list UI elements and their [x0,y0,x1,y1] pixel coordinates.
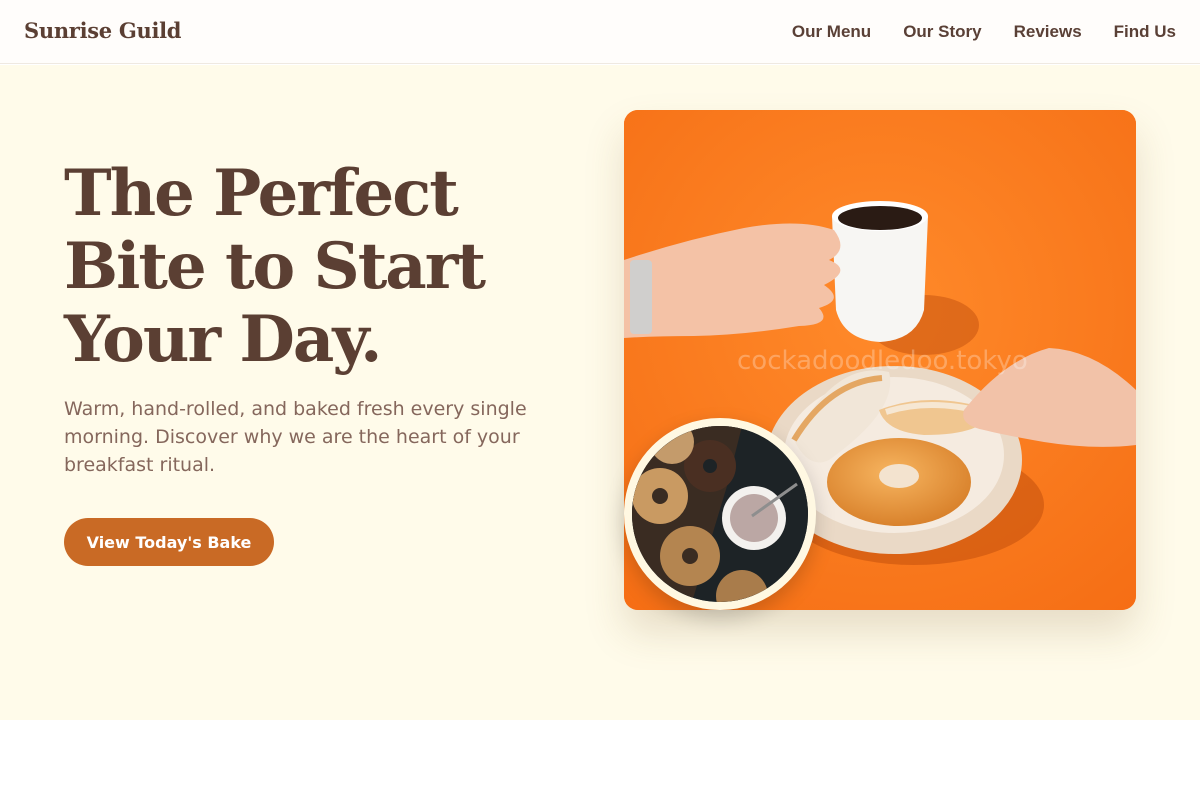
headline-line-1: The Perfect [64,156,459,231]
nav-link-our-menu[interactable]: Our Menu [792,22,871,42]
hero-subtitle: Warm, hand-rolled, and baked fresh every… [64,398,527,476]
brand-logo[interactable]: Sunrise Guild [24,18,181,43]
headline-line-3: Your Day. [64,302,382,377]
nav-links: Our Menu Our Story Reviews Find Us [792,22,1176,42]
image-watermark: cockadoodledoo.tokyo [737,346,1028,376]
nav-link-find-us[interactable]: Find Us [1114,22,1176,42]
view-todays-bake-button[interactable]: View Today's Bake [64,518,274,566]
hero-headline: The Perfect Bite to Start Your Day. [64,157,584,376]
nav-link-reviews[interactable]: Reviews [1014,22,1082,42]
bagels-photo-illustration [632,426,808,602]
hero-inset-image [624,418,816,610]
nav-link-our-story[interactable]: Our Story [903,22,981,42]
hero-section: The Perfect Bite to Start Your Day. Warm… [0,65,1200,720]
headline-line-2: Bite to Start [64,229,486,304]
top-nav: Sunrise Guild Our Menu Our Story Reviews… [0,0,1200,64]
